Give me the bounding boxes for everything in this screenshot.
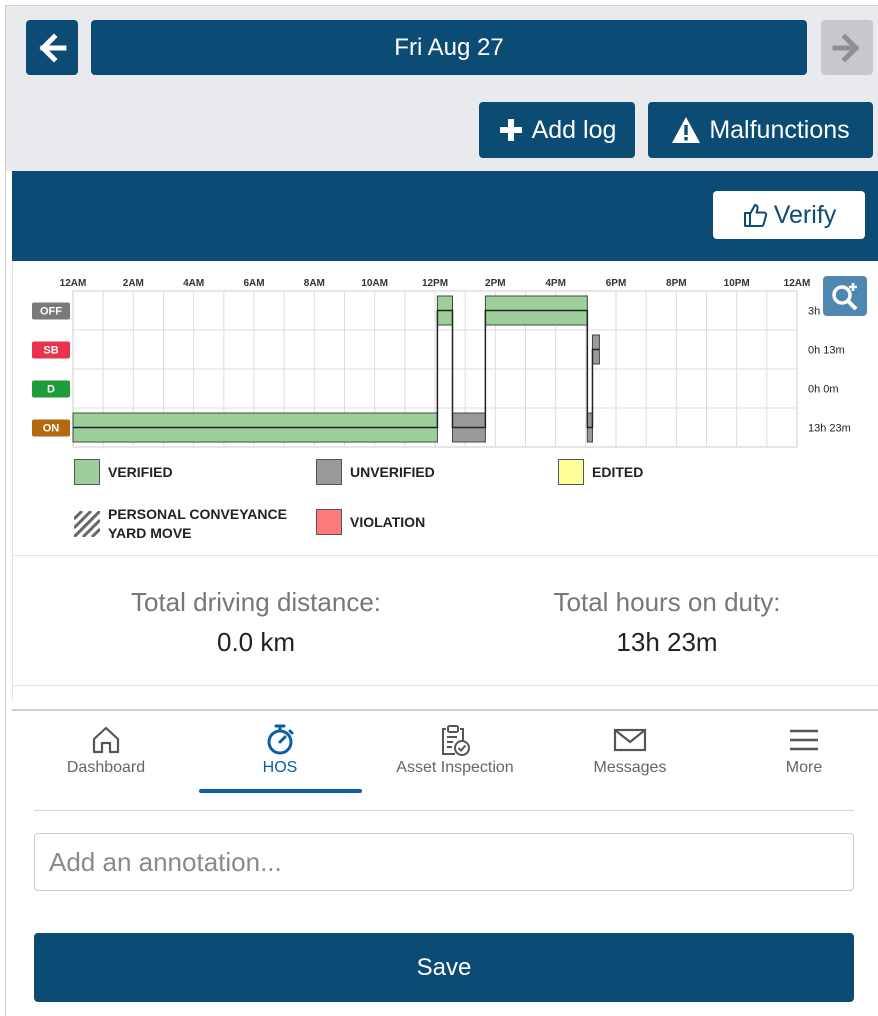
divider (13, 685, 878, 686)
time-label: 12AM (60, 278, 87, 289)
tab-messages-label: Messages (593, 759, 667, 776)
time-label: 8AM (304, 278, 325, 289)
previous-day-button[interactable] (26, 20, 78, 75)
verify-label: Verify (773, 200, 837, 229)
tab-more[interactable]: More (724, 721, 878, 777)
tab-asset-inspection[interactable]: Asset Inspection (375, 721, 535, 777)
time-label: 2AM (123, 278, 144, 289)
add-log-button[interactable]: Add log (479, 102, 635, 158)
legend-personal-conveyance-text: PERSONAL CONVEYANCE YARD MOVE (108, 505, 287, 543)
status-code-label: ON (43, 423, 60, 435)
save-label: Save (416, 953, 472, 981)
clipboard-check-icon (442, 725, 470, 756)
arrow-right-icon (832, 32, 860, 63)
legend-verified: VERIFIED (74, 459, 173, 485)
menu-icon (790, 729, 818, 751)
legend-yard-move-label: YARD MOVE (108, 525, 192, 541)
current-date-label[interactable]: Fri Aug 27 (91, 20, 807, 75)
time-label: 4PM (545, 278, 566, 289)
malfunctions-button[interactable]: Malfunctions (648, 102, 873, 158)
thumbs-up-icon (743, 204, 767, 227)
unverified-swatch (316, 459, 342, 485)
tab-dashboard[interactable]: Dashboard (26, 721, 186, 777)
time-label: 8PM (666, 278, 687, 289)
zoom-chart-button[interactable] (823, 276, 867, 316)
time-label: 4AM (183, 278, 204, 289)
status-code-label: OFF (40, 306, 62, 318)
divider (13, 555, 878, 556)
time-label: 6AM (243, 278, 264, 289)
warning-icon (672, 117, 701, 143)
home-icon (92, 726, 120, 754)
status-code-label: SB (43, 345, 58, 357)
time-label: 2PM (485, 278, 506, 289)
annotation-input[interactable] (34, 833, 854, 891)
date-navigation-bar: Fri Aug 27 Add log Malfunctions (6, 6, 878, 171)
hos-duty-status-chart: 12AM 2AM 4AM 6AM 8AM 10AM 12PM 2PM 4PM 6PM 8PM 10PM… (32, 278, 851, 448)
tab-dashboard-label: Dashboard (66, 759, 146, 776)
plus-icon (499, 119, 522, 141)
legend-edited: EDITED (558, 459, 643, 485)
legend-unverified: UNVERIFIED (316, 459, 435, 485)
total-duty-label: Total hours on duty: (553, 587, 781, 617)
log-card: 12AM 2AM 4AM 6AM 8AM 10AM 12PM 2PM 4PM 6PM 8PM 10PM… (12, 261, 878, 701)
time-label: 10PM (724, 278, 750, 289)
time-label: 6PM (606, 278, 627, 289)
total-distance-label: Total driving distance: (130, 587, 382, 617)
total-duty-value: 13h 23m (616, 627, 718, 657)
violation-swatch (316, 509, 342, 535)
legend-verified-label: VERIFIED (108, 464, 173, 480)
divider (34, 810, 854, 811)
status-total-label: 0h 0m (808, 384, 839, 396)
verify-button[interactable]: Verify (713, 191, 865, 239)
status-total-label: 0h 13m (808, 345, 845, 357)
legend-unverified-label: UNVERIFIED (350, 464, 435, 480)
envelope-icon (613, 728, 647, 752)
legend-edited-label: EDITED (592, 464, 644, 480)
arrow-left-icon (39, 32, 67, 63)
status-total-label: 13h 23m (808, 423, 851, 435)
next-day-button[interactable] (821, 20, 873, 75)
stopwatch-icon (267, 724, 294, 755)
time-label: 12PM (422, 278, 448, 289)
malfunctions-label: Malfunctions (709, 115, 850, 144)
hatched-swatch (74, 511, 100, 537)
verify-band: Verify (12, 171, 878, 261)
tab-messages[interactable]: Messages (550, 721, 710, 777)
legend-personal-conveyance: PERSONAL CONVEYANCE YARD MOVE (74, 505, 287, 543)
zoom-in-icon (832, 283, 858, 311)
bottom-tab-bar: Dashboard HOS Asset Inspection Messages … (12, 709, 878, 793)
tab-asset-inspection-label: Asset Inspection (396, 759, 514, 776)
add-log-label: Add log (531, 115, 617, 144)
legend-violation-label: VIOLATION (350, 514, 426, 530)
status-code-label: D (47, 384, 55, 396)
total-distance-value: 0.0 km (216, 627, 296, 657)
legend-personal-label: PERSONAL CONVEYANCE (108, 506, 287, 522)
edited-swatch (558, 459, 584, 485)
legend-violation: VIOLATION (316, 509, 425, 535)
time-label: 10AM (361, 278, 388, 289)
time-label: 12AM (784, 278, 811, 289)
hos-log-screen: Fri Aug 27 Add log Malfunctions Verify 1… (5, 5, 878, 1016)
save-button[interactable]: Save (34, 933, 854, 1002)
tab-hos-label: HOS (262, 759, 298, 776)
tab-hos[interactable]: HOS (200, 721, 360, 777)
verified-swatch (74, 459, 100, 485)
active-tab-indicator (199, 789, 362, 793)
tab-more-label: More (785, 759, 823, 776)
